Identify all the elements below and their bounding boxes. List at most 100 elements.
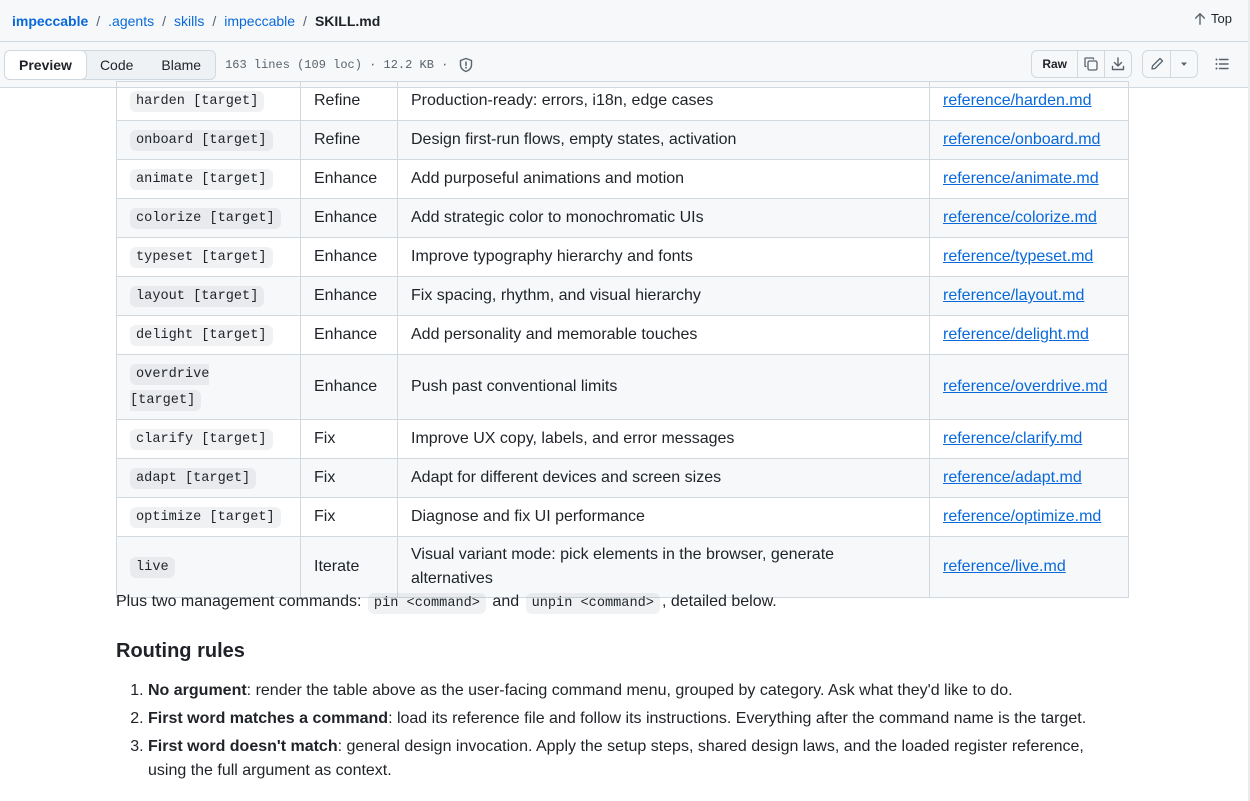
file-info: 163 lines (109 loc) · 12.2 KB · xyxy=(225,57,474,73)
category-cell: Enhance xyxy=(300,198,398,238)
description-cell: Improve typography hierarchy and fonts xyxy=(397,237,930,277)
tab-blame[interactable]: Blame xyxy=(147,51,215,79)
command-code: clarify [target] xyxy=(130,429,273,450)
rule-text: : load its reference file and follow its… xyxy=(388,710,1087,727)
rule-keyword: No argument xyxy=(148,682,247,699)
command-code: live xyxy=(130,557,175,578)
description-text: Visual variant mode: pick elements in th… xyxy=(411,546,835,587)
raw-button[interactable]: Raw xyxy=(1032,51,1077,77)
category-cell: Iterate xyxy=(300,536,398,598)
management-commands-text: Plus two management commands: pin <comma… xyxy=(116,590,777,616)
description-cell: Improve UX copy, labels, and error messa… xyxy=(397,419,930,459)
category-cell: Enhance xyxy=(300,315,398,355)
reference-link[interactable]: reference/onboard.md xyxy=(943,131,1100,148)
description-cell: Add personality and memorable touches xyxy=(397,315,930,355)
list-icon[interactable] xyxy=(1214,56,1230,72)
category-text: Enhance xyxy=(314,248,378,265)
breadcrumb-separator: / xyxy=(96,12,101,29)
category-cell: Fix xyxy=(300,458,398,498)
category-text: Refine xyxy=(314,92,361,109)
command-cell: delight [target] xyxy=(116,315,301,355)
description-text: Improve UX copy, labels, and error messa… xyxy=(411,430,735,447)
command-code: onboard [target] xyxy=(130,130,273,151)
breadcrumb-agents-link[interactable]: .agents xyxy=(108,13,154,29)
table-row: colorize [target] Enhance Add strategic co… xyxy=(116,198,1129,238)
table-row: typeset [target] Enhance Improve typograph… xyxy=(116,237,1129,277)
command-code: delight [target] xyxy=(130,325,273,346)
reference-link[interactable]: reference/harden.md xyxy=(943,92,1092,109)
routing-rules-list: No argument: render the table above as t… xyxy=(116,679,1126,787)
back-to-top-link[interactable]: Top xyxy=(1193,11,1232,26)
description-cell: Add purposeful animations and motion xyxy=(397,159,930,199)
rule-text: : render the table above as the user-fac… xyxy=(246,682,1013,699)
category-text: Iterate xyxy=(314,558,360,575)
arrow-up-icon xyxy=(1194,12,1206,25)
management-prefix: Plus two management commands: xyxy=(116,593,362,610)
breadcrumb-skills-link[interactable]: skills xyxy=(174,13,204,29)
description-cell: Add strategic color to monochromatic UIs xyxy=(397,198,930,238)
tab-code[interactable]: Code xyxy=(86,51,147,79)
reference-link[interactable]: reference/layout.md xyxy=(943,287,1084,304)
command-cell: overdrive [target] xyxy=(116,354,301,420)
copy-icon[interactable] xyxy=(1077,51,1104,77)
description-text: Design first-run flows, empty states, ac… xyxy=(411,131,737,148)
description-text: Push past conventional limits xyxy=(411,378,618,395)
reference-cell: reference/optimize.md xyxy=(929,497,1129,537)
table-row: onboard [target] Refine Design first-run f… xyxy=(116,120,1129,160)
breadcrumb-separator: / xyxy=(303,12,307,29)
category-cell: Enhance xyxy=(300,237,398,277)
table-row: live Iterate Visual variant mode: pick ele… xyxy=(116,536,1129,598)
routing-rules-heading: Routing rules xyxy=(116,640,245,662)
table-row: overdrive [target] Enhance Push past conve… xyxy=(116,354,1129,420)
category-text: Enhance xyxy=(314,209,378,226)
description-cell: Fix spacing, rhythm, and visual hierarch… xyxy=(397,276,930,316)
reference-cell: reference/onboard.md xyxy=(929,120,1129,160)
command-code: animate [target] xyxy=(130,169,273,190)
command-cell: adapt [target] xyxy=(116,458,301,498)
breadcrumb-impeccable-link[interactable]: impeccable xyxy=(224,13,295,29)
command-code: harden [target] xyxy=(130,91,265,112)
command-cell: colorize [target] xyxy=(116,198,301,238)
breadcrumb-current-file: SKILL.md xyxy=(314,12,381,29)
reference-link[interactable]: reference/colorize.md xyxy=(943,209,1097,226)
breadcrumb-separator: / xyxy=(162,12,166,29)
breadcrumb-separator: / xyxy=(212,12,217,29)
tab-preview[interactable]: Preview xyxy=(4,49,87,80)
view-mode-switch: Preview Code Blame xyxy=(4,49,217,80)
shield-icon[interactable] xyxy=(458,57,474,73)
command-cell: typeset [target] xyxy=(116,237,301,277)
reference-link[interactable]: reference/overdrive.md xyxy=(943,378,1108,395)
table-row: harden [target] Refine Production-ready: e… xyxy=(116,81,1129,121)
reference-link[interactable]: reference/typeset.md xyxy=(943,248,1093,265)
pencil-icon[interactable] xyxy=(1143,51,1170,77)
description-text: Adapt for different devices and screen s… xyxy=(411,469,722,486)
raw-copy-download-group: Raw xyxy=(1031,50,1132,78)
category-text: Fix xyxy=(314,469,336,486)
breadcrumb-repo-link[interactable]: impeccable xyxy=(12,13,88,29)
routing-rule: First word doesn't match: general design… xyxy=(148,735,1126,783)
category-text: Enhance xyxy=(314,287,378,304)
table-row: adapt [target] Fix Adapt for different dev… xyxy=(116,458,1129,498)
command-code: overdrive [target] xyxy=(130,364,210,411)
unpin-command-code: unpin <command> xyxy=(525,593,660,614)
commands-table-body: harden [target] Refine Production-ready: e… xyxy=(116,81,1129,598)
download-icon[interactable] xyxy=(1104,51,1131,77)
category-cell: Refine xyxy=(300,120,398,160)
command-code: adapt [target] xyxy=(130,468,257,489)
reference-link[interactable]: reference/live.md xyxy=(943,558,1066,575)
category-text: Refine xyxy=(314,131,361,148)
reference-link[interactable]: reference/optimize.md xyxy=(943,508,1101,525)
category-text: Enhance xyxy=(314,326,378,343)
category-text: Enhance xyxy=(314,170,378,187)
edit-group xyxy=(1142,50,1198,78)
reference-cell: reference/colorize.md xyxy=(929,198,1129,238)
reference-link[interactable]: reference/clarify.md xyxy=(943,430,1082,447)
table-row: clarify [target] Fix Improve UX copy, labe… xyxy=(116,419,1129,459)
reference-cell: reference/delight.md xyxy=(929,315,1129,355)
reference-link[interactable]: reference/delight.md xyxy=(943,326,1089,343)
category-cell: Enhance xyxy=(300,159,398,199)
reference-link[interactable]: reference/animate.md xyxy=(943,170,1099,187)
triangle-down-icon[interactable] xyxy=(1170,51,1197,77)
category-cell: Enhance xyxy=(300,276,398,316)
reference-link[interactable]: reference/adapt.md xyxy=(943,469,1082,486)
